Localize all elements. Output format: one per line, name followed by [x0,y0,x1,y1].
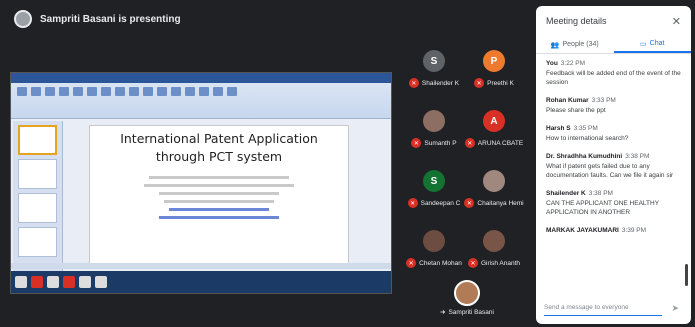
participant-name: Preethi K [487,79,514,87]
chat-message: MARKAK JAYAKUMARI 3:39 PM [546,227,647,234]
chat-messages[interactable]: You 3:22 PM Feedback will be added end of… [536,54,691,294]
participant-name: Girish Ananth [480,259,521,267]
participant-tile[interactable]: P ✕ Preethi K [464,50,524,100]
participant-tile[interactable]: ✕ Girish Ananth [464,230,524,280]
windows-taskbar [11,271,391,293]
self-avatar [454,280,480,306]
participant-avatar [483,170,505,192]
slide-canvas: International Patent Application through… [89,125,349,265]
mic-off-icon: ✕ [464,198,475,208]
presenter-avatar [14,10,32,28]
panel-title: Meeting details [546,16,607,26]
powerpoint-ribbon [11,73,391,119]
participant-tile[interactable]: S ✕ Shailender K [404,50,464,100]
tab-chat[interactable]: ▭ Chat [613,36,691,53]
slide-thumbnail [18,125,57,155]
chat-message: Harsh S 3:35 PM How to international sear… [546,125,629,142]
participant-tile[interactable]: S ✕ Sandeepan C [404,170,464,220]
mic-off-icon: ✕ [406,258,417,268]
slide-thumbnail [18,193,57,223]
mic-off-icon: ✕ [411,138,422,148]
participant-avatar [483,230,505,252]
participant-avatar [423,230,445,252]
presenter-text: Sampriti Basani is presenting [40,13,181,25]
chat-message: You 3:22 PM Feedback will be added end of… [546,60,681,86]
participant-avatar [423,110,445,132]
close-icon[interactable]: ✕ [672,15,681,28]
shared-screen: International Patent Application through… [10,72,392,294]
people-icon: 👥 [550,41,560,49]
mic-off-icon: ✕ [467,258,478,268]
presenter-banner: Sampriti Basani is presenting [6,5,531,33]
participant-grid: S ✕ Shailender K P ✕ Preethi K ✕ Sumanth P … [404,42,524,292]
participant-tile[interactable]: ✕ Sumanth P [404,110,464,160]
chat-icon: ▭ [640,40,647,48]
participant-name: Shailender K [421,79,460,87]
mic-off-icon: ✕ [464,138,475,148]
chat-message: Shailender K 3:38 PM CAN THE APPLICANT ON… [546,190,659,216]
meet-window: Sampriti Basani is presenting Internatio… [0,0,695,327]
participant-tile[interactable]: ✕ Chetan Mohan [404,230,464,280]
chat-message: Dr. Shradhha Kumudhini 3:38 PM What if pa… [546,153,674,179]
present-icon: ➜ [440,309,446,316]
self-name: Sampriti Basani [448,308,494,316]
participant-name: ARUNA CBATE [477,139,524,147]
meeting-details-panel: Meeting details ✕ 👥 People (34) ▭ Chat Y… [536,6,691,324]
chat-input[interactable]: Send a message to everyone [544,300,662,316]
participant-name: Chetan Mohan [419,259,462,267]
participant-name: Chaitanya Hemi [477,199,524,207]
self-tile[interactable]: ➜ Sampriti Basani [412,280,522,320]
participant-avatar: S [423,170,445,192]
participant-avatar: P [483,50,505,72]
slide-thumbnails [13,121,63,281]
mic-off-icon: ✕ [407,198,418,208]
participant-tile[interactable]: ✕ Chaitanya Hemi [464,170,524,220]
tab-people[interactable]: 👥 People (34) [536,36,614,53]
slide-thumbnail [18,159,57,189]
chat-scrollbar[interactable] [685,264,688,286]
mic-off-icon: ✕ [474,78,485,88]
send-icon[interactable]: ➤ [671,303,679,314]
mic-off-icon: ✕ [408,78,419,88]
slide-title: International Patent Application through… [120,131,318,164]
participant-tile[interactable]: A ✕ ARUNA CBATE [464,110,524,160]
participant-name: Sandeepan C [420,199,461,207]
participant-avatar: S [423,50,445,72]
chat-message: Rohan Kumar 3:33 PM Please share the ppt [546,97,616,114]
slide-thumbnail [18,227,57,257]
participant-name: Sumanth P [424,139,457,147]
panel-tabs: 👥 People (34) ▭ Chat [536,36,691,54]
participant-avatar: A [483,110,505,132]
